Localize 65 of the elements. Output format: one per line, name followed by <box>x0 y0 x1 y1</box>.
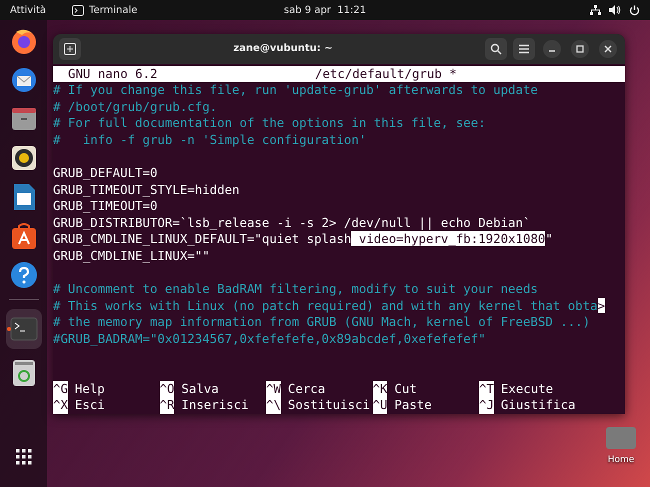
search-icon <box>490 42 502 55</box>
shortcut-label: Sostituisci <box>288 397 370 414</box>
network-icon[interactable] <box>590 5 601 15</box>
comment-line: # the memory map information from GRUB (GNU Mach, kernel of FreeBSD ...) <box>53 314 592 332</box>
shortcut-key: ^X <box>53 397 68 414</box>
shortcut-key: ^G <box>53 380 68 398</box>
speaker-icon <box>10 144 38 172</box>
trash-icon <box>12 359 36 387</box>
window-title: zane@vubuntu: ~ <box>232 43 334 54</box>
shortcut-label: Inserisci <box>181 397 249 414</box>
close-button[interactable] <box>599 40 617 58</box>
comment-line: # /boot/grub/grub.cfg. <box>53 98 218 116</box>
shortcut-key: ^\ <box>266 397 281 414</box>
maximize-button[interactable] <box>571 40 589 58</box>
search-button[interactable] <box>485 38 507 60</box>
terminal-icon <box>72 4 84 16</box>
activities-button[interactable]: Attività <box>10 4 46 16</box>
shortcut-label: Cut <box>394 380 417 398</box>
new-tab-button[interactable] <box>59 38 81 60</box>
shortcut-label: Paste <box>394 397 432 414</box>
menu-icon <box>518 44 530 54</box>
app-grid-icon <box>14 447 34 467</box>
code-line: GRUB_CMDLINE_LINUX="" <box>53 248 211 265</box>
code-line: GRUB_DISTRIBUTOR=`lsb_release -i -s 2> /dev/null || echo Debian` <box>53 214 532 232</box>
shortcut-key: ^W <box>266 380 281 398</box>
help-icon <box>10 261 38 289</box>
file-name: /etc/default/grub * <box>315 66 457 82</box>
menu-button[interactable] <box>513 38 535 60</box>
code-line: GRUB_CMDLINE_LINUX_DEFAULT="quiet splash video=hyperv_fb:1920x1080" <box>53 231 554 248</box>
shortcut-key: ^O <box>160 380 174 398</box>
document-icon <box>12 183 36 211</box>
shortcut-label: Help <box>74 380 105 398</box>
shopping-bag-icon <box>10 222 38 250</box>
shortcut-key: ^U <box>372 397 388 414</box>
app-menu-button[interactable]: Terminale <box>72 4 138 16</box>
shortcut-label: Esci <box>74 397 105 414</box>
comment-line: # info -f grub -n 'Simple configuration' <box>53 132 368 148</box>
shortcut-label: Cerca <box>288 380 326 398</box>
shortcut-label: Execute <box>500 380 554 398</box>
shortcut-key: ^T <box>479 380 494 398</box>
code-line: GRUB_TIMEOUT_STYLE=hidden <box>53 182 240 198</box>
comment-line: # For full documentation of the options in this file, see: <box>53 115 487 132</box>
comment-line: # Uncomment to enable BadRAM filtering, modify to suit your needs <box>53 281 539 298</box>
shortcut-label: Salva <box>181 380 219 398</box>
volume-icon[interactable] <box>609 5 621 15</box>
clock[interactable]: sab 9 apr 11:21 <box>284 4 366 16</box>
close-icon <box>604 44 612 53</box>
mail-icon <box>10 66 38 94</box>
comment-line: #GRUB_BADRAM="0x01234567,0xfefefefe,0x89abcdef,0xefefefef" <box>53 331 487 348</box>
desktop-icon-label[interactable]: Home <box>608 455 634 465</box>
minimize-button[interactable] <box>543 40 561 58</box>
editor-version: GNU nano 6.2 <box>68 66 159 82</box>
browser-icon <box>10 27 38 55</box>
maximize-icon <box>576 44 584 53</box>
power-icon[interactable] <box>629 4 640 16</box>
shortcut-key: ^J <box>479 397 494 414</box>
comment-line: # This works with Linux (no patch required) and with any kernel that obta> <box>53 298 606 314</box>
plus-icon <box>64 42 76 55</box>
terminal-icon <box>10 317 38 341</box>
shortcut-label: Giustifica <box>500 397 576 414</box>
code-line: GRUB_TIMEOUT=0 <box>53 198 158 215</box>
shortcut-key: ^K <box>372 380 388 398</box>
comment-line: # If you change this file, run 'update-grub' afterwards to update <box>53 82 539 99</box>
shortcut-key: ^R <box>160 397 174 414</box>
code-line: GRUB_DEFAULT=0 <box>53 165 158 182</box>
